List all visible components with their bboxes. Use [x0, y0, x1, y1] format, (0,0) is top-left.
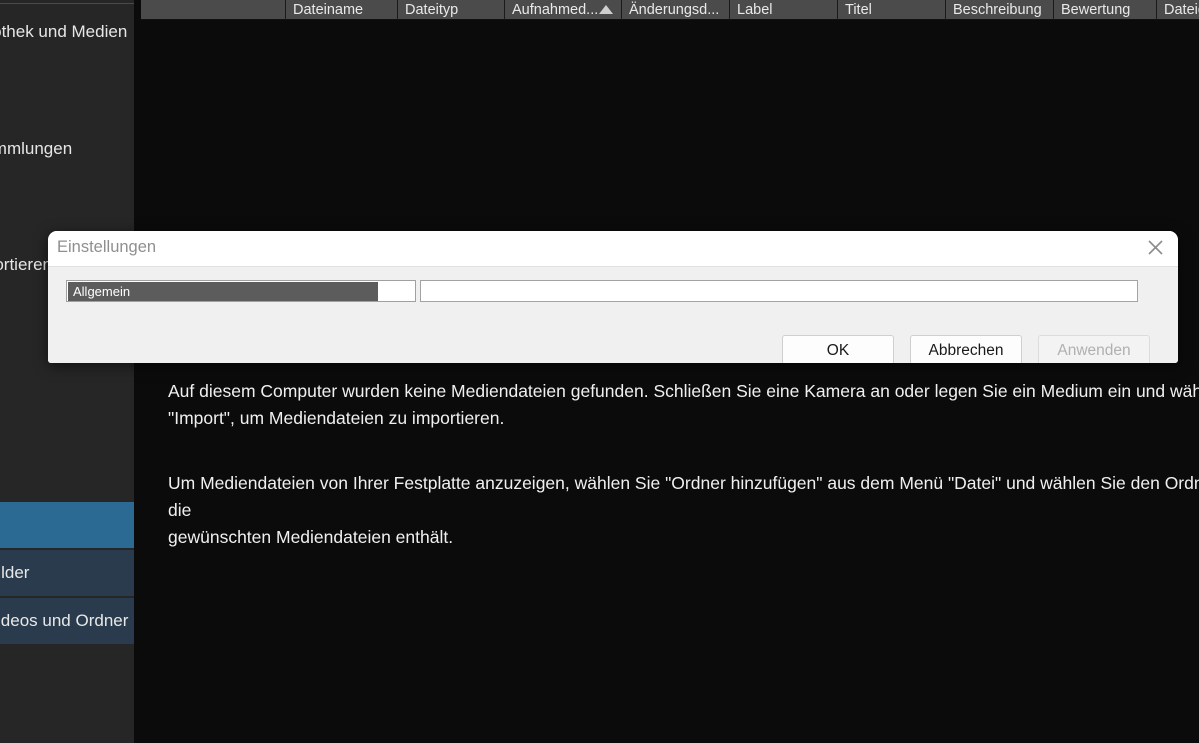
column-header-aufnahmed[interactable]: Aufnahmed... — [505, 0, 622, 20]
application-window: Bibliothek und Medien Sammlungen Importi… — [0, 0, 1199, 743]
cancel-button[interactable]: Abbrechen — [910, 335, 1022, 363]
settings-value-input[interactable] — [420, 280, 1138, 302]
dialog-button-bar: OK Abbrechen Anwenden — [48, 335, 1178, 363]
apply-button[interactable]: Anwenden — [1038, 335, 1150, 363]
column-header-label: Dateityp — [405, 2, 458, 18]
column-header-label: Änderungsd... — [629, 2, 719, 18]
close-icon[interactable] — [1132, 231, 1178, 264]
column-header-dateityp[interactable]: Dateityp — [398, 0, 505, 20]
column-header-label: Dateigr... — [1164, 2, 1199, 18]
dialog-title-bar: Einstellungen — [48, 231, 1178, 266]
column-header-label: Bewertung — [1061, 2, 1130, 18]
settings-dialog: Einstellungen Allgemein OK Abbrechen Anw… — [48, 231, 1178, 363]
column-header-row: Dateiname Dateityp Aufnahmed... Änderungsd.… — [141, 0, 1199, 20]
column-header-label: Beschreibung — [953, 2, 1042, 18]
sidebar-section-bibliothek[interactable]: Bibliothek und Medien — [0, 22, 127, 42]
column-header-label: Titel — [845, 2, 872, 18]
empty-state-message-import: Auf diesem Computer wurden keine Mediend… — [168, 378, 1199, 432]
sidebar-item-videos-ordner[interactable]: Videos und Ordner (1) — [0, 598, 134, 644]
column-header-label: Label — [737, 2, 772, 18]
sidebar-item-alle-medien[interactable]: Alle Medien — [0, 502, 134, 548]
settings-category-list[interactable]: Allgemein — [66, 280, 416, 302]
column-header-titel[interactable]: Titel — [838, 0, 946, 20]
settings-category-selected-item[interactable]: Allgemein — [68, 282, 378, 301]
dialog-body: Allgemein OK Abbrechen Anwenden — [48, 266, 1178, 363]
dialog-title: Einstellungen — [57, 238, 156, 257]
column-header-dateiname[interactable]: Dateiname — [286, 0, 398, 20]
column-header-label: Aufnahmed... — [512, 2, 598, 18]
sidebar-section-sammlungen[interactable]: Sammlungen — [0, 139, 72, 159]
column-header-label[interactable]: Label — [730, 0, 838, 20]
sidebar-item-bilder[interactable]: Bilder — [0, 550, 134, 596]
column-header-beschreibung[interactable]: Beschreibung — [946, 0, 1054, 20]
sidebar-top-divider — [0, 3, 134, 4]
column-header--nderungsd[interactable]: Änderungsd... — [622, 0, 730, 20]
sort-ascending-icon — [599, 5, 613, 14]
sidebar-item-label: Videos und Ordner (1) — [0, 611, 134, 631]
empty-state-message-add-folder: Um Mediendateien von Ihrer Festplatte an… — [168, 470, 1199, 551]
column-header-blank[interactable] — [141, 0, 286, 20]
column-header-label: Dateiname — [293, 2, 363, 18]
sidebar: Bibliothek und Medien Sammlungen Importi… — [0, 0, 134, 743]
media-list-empty-area: Auf diesem Computer wurden keine Mediend… — [141, 21, 1199, 743]
ok-button[interactable]: OK — [782, 335, 894, 363]
column-header-bewertung[interactable]: Bewertung — [1054, 0, 1157, 20]
column-header-dateigr[interactable]: Dateigr... — [1157, 0, 1199, 20]
sidebar-item-label: Bilder — [0, 563, 29, 583]
